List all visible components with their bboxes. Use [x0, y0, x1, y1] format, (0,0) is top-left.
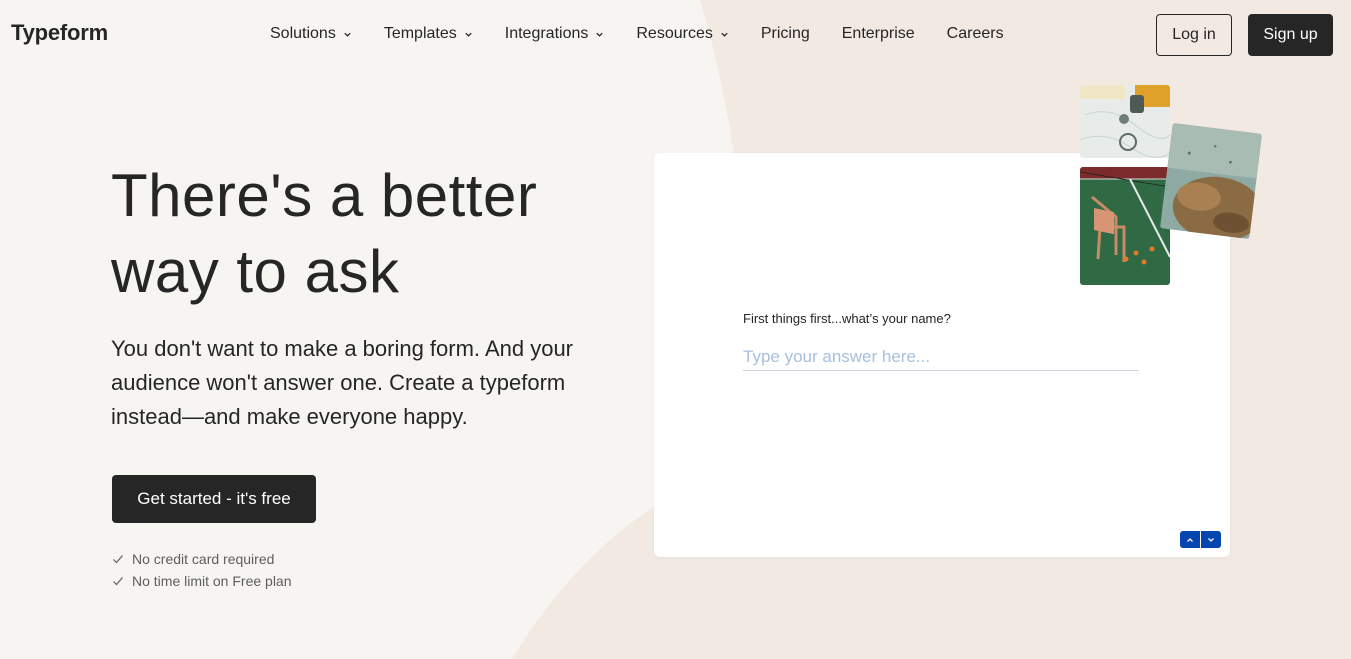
signup-button[interactable]: Sign up: [1248, 14, 1333, 56]
menu-item-templates[interactable]: Templates: [384, 25, 473, 43]
menu-item-solutions[interactable]: Solutions: [270, 25, 352, 43]
chevron-down-icon: [1208, 537, 1214, 542]
menu-item-label: Integrations: [504, 25, 589, 42]
hero-title-line-2: way to ask: [111, 238, 400, 305]
main-menu: Solutions Templates Integrations Resourc…: [270, 25, 1036, 43]
hero-title: There's a better way to ask: [111, 158, 631, 310]
menu-item-label: Solutions: [270, 25, 336, 42]
menu-item-resources[interactable]: Resources: [636, 25, 728, 43]
chevron-down-icon: [465, 32, 472, 37]
menu-item-enterprise[interactable]: Enterprise: [842, 25, 915, 43]
chevron-down-icon: [721, 32, 728, 37]
menu-item-label: Pricing: [760, 25, 810, 42]
menu-item-label: Careers: [946, 25, 1004, 42]
chevron-up-icon: [1187, 537, 1193, 542]
next-question-button[interactable]: [1201, 531, 1221, 548]
previous-question-button[interactable]: [1180, 531, 1200, 548]
menu-item-label: Enterprise: [841, 25, 915, 42]
top-navigation: Typeform Solutions Templates Integration…: [0, 0, 1351, 70]
menu-item-label: Resources: [636, 25, 713, 42]
benefit-text: No time limit on Free plan: [132, 573, 292, 589]
hero-subtitle: You don't want to make a boring form. An…: [111, 336, 573, 429]
menu-item-pricing[interactable]: Pricing: [761, 25, 810, 43]
get-started-button[interactable]: Get started - it's free: [112, 475, 316, 523]
login-button[interactable]: Log in: [1156, 14, 1232, 56]
form-question: First things first...what’s your name?: [743, 311, 951, 326]
marble-table-photo: [1080, 85, 1170, 158]
checkmark-icon: [113, 577, 123, 586]
typeform-logo[interactable]: Typeform: [11, 20, 108, 46]
menu-item-integrations[interactable]: Integrations: [505, 25, 605, 43]
list-item: No time limit on Free plan: [112, 570, 292, 592]
chevron-down-icon: [596, 32, 604, 37]
hero-title-line-1: There's a better: [111, 162, 538, 229]
coral-reef-photo: [1159, 122, 1263, 240]
form-navigation: [1180, 531, 1221, 548]
tennis-chair-photo: [1080, 167, 1170, 285]
list-item: No credit card required: [112, 548, 292, 570]
menu-item-label: Templates: [383, 25, 457, 42]
benefit-text: No credit card required: [132, 551, 275, 567]
name-answer-input[interactable]: [743, 343, 1139, 371]
checkmark-icon: [113, 555, 123, 564]
benefits-list: No credit card required No time limit on…: [112, 548, 292, 592]
chevron-down-icon: [344, 32, 351, 37]
menu-item-careers[interactable]: Careers: [947, 25, 1004, 43]
